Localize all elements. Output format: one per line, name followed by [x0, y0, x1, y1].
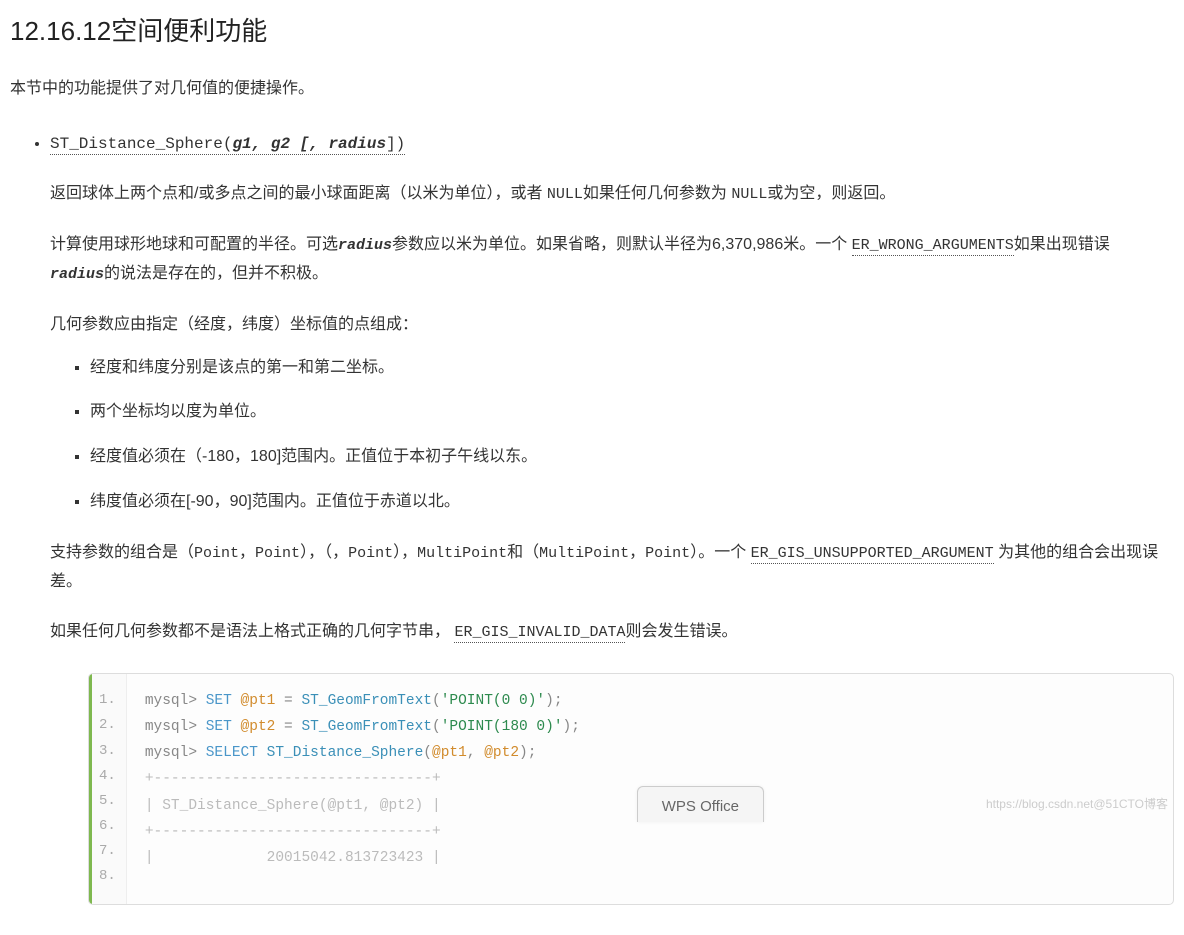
null-literal: NULL: [731, 186, 767, 203]
desc-paragraph-2: 计算使用球形地球和可配置的半径。可选radius参数应以米为单位。如果省略，则默…: [50, 231, 1174, 289]
intro-paragraph: 本节中的功能提供了对几何值的便捷操作。: [10, 75, 1174, 104]
function-list: ST_Distance_Sphere(g1, g2 [, radius]) 返回…: [10, 130, 1174, 905]
list-item: 经度值必须在（-180，180]范围内。正值位于本初子午线以东。: [90, 443, 1174, 472]
null-literal: NULL: [547, 186, 583, 203]
desc-paragraph-1: 返回球体上两个点和/或多点之间的最小球面距离（以米为单位），或者 NULL如果任…: [50, 180, 1174, 209]
radius-param: radius: [50, 266, 104, 283]
function-item: ST_Distance_Sphere(g1, g2 [, radius]) 返回…: [50, 130, 1174, 905]
section-number: 12.16.12: [10, 16, 111, 46]
list-item: 两个坐标均以度为单位。: [90, 398, 1174, 427]
list-item: 纬度值必须在[-90，90]范围内。正值位于赤道以北。: [90, 488, 1174, 517]
radius-param: radius: [338, 237, 392, 254]
function-arg-g1: g1: [232, 135, 251, 153]
error-code-link[interactable]: ER_GIS_UNSUPPORTED_ARGUMENT: [751, 545, 994, 564]
error-code-link[interactable]: ER_WRONG_ARGUMENTS: [852, 237, 1014, 256]
wps-office-popup[interactable]: WPS Office: [637, 786, 764, 822]
list-item: 经度和纬度分别是该点的第一和第二坐标。: [90, 354, 1174, 383]
code-lines: mysql> SET @pt1 = ST_GeomFromText('POINT…: [127, 674, 598, 904]
section-title: 空间便利功能: [111, 16, 267, 46]
function-signature[interactable]: ST_Distance_Sphere(g1, g2 [, radius]): [50, 135, 405, 155]
function-arg-radius: radius: [328, 135, 386, 153]
section-heading: 12.16.12空间便利功能: [10, 8, 1174, 55]
desc-paragraph-5: 如果任何几何参数都不是语法上格式正确的几何字节串， ER_GIS_INVALID…: [50, 618, 1174, 647]
function-arg-g2: g2: [271, 135, 290, 153]
desc-paragraph-3: 几何参数应由指定（经度，纬度）坐标值的点组成：: [50, 311, 1174, 340]
coordinate-rules-list: 经度和纬度分别是该点的第一和第二坐标。 两个坐标均以度为单位。 经度值必须在（-…: [50, 354, 1174, 517]
error-code-link[interactable]: ER_GIS_INVALID_DATA: [454, 624, 625, 643]
function-name: ST_Distance_Sphere: [50, 135, 223, 153]
desc-paragraph-4: 支持参数的组合是（Point，Point），（，Point），MultiPoin…: [50, 539, 1174, 597]
code-gutter: 1.2.3.4.5.6.7.8.: [89, 674, 127, 904]
code-block: 1.2.3.4.5.6.7.8. mysql> SET @pt1 = ST_Ge…: [88, 673, 1174, 905]
